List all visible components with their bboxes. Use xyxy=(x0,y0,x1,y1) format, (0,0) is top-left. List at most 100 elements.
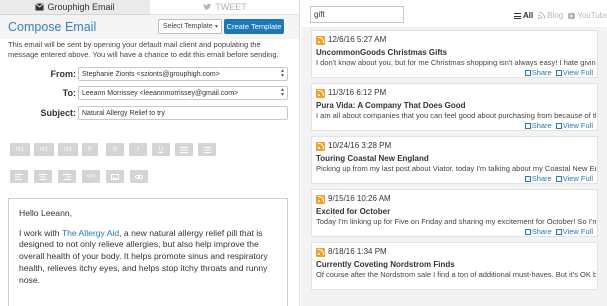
from-row: From: Stephanie Zionts <szionts@grouphig… xyxy=(0,67,299,81)
tab-tweet[interactable]: TWEET xyxy=(150,0,299,15)
subject-row: Subject: Natural Allergy Relief to try xyxy=(0,106,299,120)
search-value: gift xyxy=(314,10,325,19)
post-date: 10/24/16 3:28 PM xyxy=(328,141,392,150)
from-label: From: xyxy=(50,69,77,79)
expand-icon xyxy=(555,175,562,182)
subject-input[interactable]: Natural Allergy Relief to try xyxy=(78,106,288,120)
post-snippet: I am all about companies that you can fe… xyxy=(316,111,596,120)
align-right-icon xyxy=(63,173,71,180)
share-button[interactable]: Share xyxy=(524,227,552,236)
view-full-button[interactable]: View Full xyxy=(555,68,593,77)
italic-button[interactable]: I xyxy=(129,143,147,156)
compose-header: Compose Email Select Template ▾ Create T… xyxy=(0,15,299,39)
post-actions: Share View Full xyxy=(524,68,593,77)
post-title[interactable]: UncommonGoods Christmas Gifts xyxy=(316,48,447,57)
from-select[interactable]: Stephanie Zionts <szionts@grouphigh.com>… xyxy=(78,67,288,81)
view-full-button[interactable]: View Full xyxy=(555,174,593,183)
underline-button[interactable]: U xyxy=(152,143,170,156)
list-icon xyxy=(514,12,521,19)
post-actions: Share View Full xyxy=(524,174,593,183)
filter-all[interactable]: All xyxy=(514,11,533,20)
image-button[interactable] xyxy=(106,170,124,183)
tab-label: TWEET xyxy=(215,2,247,12)
post-snippet: Of course after the Nordstrom sale I fin… xyxy=(316,270,596,279)
numbered-list-button[interactable] xyxy=(198,143,216,156)
expand-icon xyxy=(555,228,562,235)
post-actions: Share View Full xyxy=(524,227,593,236)
share-icon xyxy=(524,122,531,129)
post-card: 10/24/16 3:28 PM Touring Coastal New Eng… xyxy=(311,136,598,184)
bullet-list-button[interactable] xyxy=(175,143,193,156)
list-icon xyxy=(180,146,188,153)
create-template-button[interactable]: Create Template xyxy=(224,19,284,34)
template-select-value: Select Template xyxy=(163,23,213,30)
allergy-aid-link[interactable]: The Allergy Aid xyxy=(62,228,119,238)
search-input[interactable]: gift xyxy=(310,6,404,23)
email-body-editor[interactable]: Hello Leeann, I work with The Allergy Ai… xyxy=(8,198,288,306)
twitter-icon xyxy=(203,3,212,10)
share-button[interactable]: Share xyxy=(524,121,552,130)
rss-icon xyxy=(316,36,325,45)
link-button[interactable] xyxy=(130,170,148,183)
post-date: 12/6/16 5:27 AM xyxy=(328,35,387,44)
post-title[interactable]: Excited for October xyxy=(316,207,390,216)
rss-icon xyxy=(538,12,546,19)
numbered-list-icon xyxy=(203,146,211,153)
h3-button[interactable]: H3 xyxy=(58,143,78,156)
code-button[interactable]: </> xyxy=(82,170,100,183)
image-icon xyxy=(111,173,119,180)
to-value: Leeann Morrissey <leeannmorrissey@gmail.… xyxy=(82,89,239,97)
post-date: 8/18/16 1:34 PM xyxy=(328,247,387,256)
template-select[interactable]: Select Template ▾ xyxy=(158,19,222,34)
view-full-button[interactable]: View Full xyxy=(555,227,593,236)
post-title[interactable]: Touring Coastal New England xyxy=(316,154,429,163)
align-right-button[interactable] xyxy=(58,170,76,183)
post-snippet: Picking up from my last post about Viato… xyxy=(316,164,596,173)
post-feed: 12/6/16 5:27 AM UncommonGoods Christmas … xyxy=(301,27,607,306)
select-arrows-icon: ▾ xyxy=(214,24,218,30)
share-button[interactable]: Share xyxy=(524,68,552,77)
to-row: To: Leeann Morrissey <leeannmorrissey@gm… xyxy=(0,86,299,100)
tab-grouphigh-email[interactable]: Grouphigh Email xyxy=(0,0,150,15)
view-full-label: View Full xyxy=(562,121,593,130)
compose-panel: Grouphigh Email TWEET Compose Email Sele… xyxy=(0,0,300,306)
compose-intro-text: This email will be sent by opening your … xyxy=(8,40,279,59)
email-text: I work with xyxy=(19,227,62,238)
filter-blog[interactable]: Blog xyxy=(538,11,563,20)
email-paragraph: I work with The Allergy Aid, a new natur… xyxy=(19,228,277,287)
post-date: 11/3/16 6:12 PM xyxy=(328,88,387,97)
post-title[interactable]: Pura Vida: A Company That Does Good xyxy=(316,101,466,110)
to-select[interactable]: Leeann Morrissey <leeannmorrissey@gmail.… xyxy=(78,86,288,100)
content-filters: All Blog YouTube xyxy=(514,11,607,20)
view-full-label: View Full xyxy=(562,68,593,77)
from-value: Stephanie Zionts <szionts@grouphigh.com> xyxy=(82,70,220,78)
tab-label: Grouphigh Email xyxy=(47,2,115,12)
share-label: Share xyxy=(531,68,552,77)
rss-icon xyxy=(316,248,325,257)
share-button[interactable]: Share xyxy=(524,174,552,183)
tab-bar: Grouphigh Email TWEET xyxy=(0,0,299,15)
align-left-icon xyxy=(15,173,23,180)
filter-youtube[interactable]: YouTube xyxy=(568,11,607,20)
link-icon xyxy=(135,174,143,179)
share-label: Share xyxy=(531,174,552,183)
post-card: 11/3/16 6:12 PM Pura Vida: A Company Tha… xyxy=(311,83,598,131)
bold-button[interactable]: B xyxy=(106,143,124,156)
paragraph-button[interactable]: P xyxy=(82,143,98,156)
content-panel: gift All Blog YouTube 12/6/16 5:27 AM Un… xyxy=(301,0,607,306)
align-left-button[interactable] xyxy=(10,170,28,183)
share-icon xyxy=(524,228,531,235)
expand-icon xyxy=(555,122,562,129)
expand-icon xyxy=(555,69,562,76)
h1-button[interactable]: H1 xyxy=(10,143,30,156)
view-full-label: View Full xyxy=(562,227,593,236)
h2-button[interactable]: H2 xyxy=(34,143,54,156)
share-label: Share xyxy=(531,227,552,236)
filter-label: YouTube xyxy=(577,11,607,20)
email-greeting: Hello Leeann, xyxy=(19,208,73,218)
align-center-button[interactable] xyxy=(34,170,52,183)
subject-value: Natural Allergy Relief to try xyxy=(82,109,165,117)
view-full-button[interactable]: View Full xyxy=(555,121,593,130)
youtube-icon xyxy=(568,12,576,19)
post-title[interactable]: Currently Coveting Nordstrom Finds xyxy=(316,260,455,269)
